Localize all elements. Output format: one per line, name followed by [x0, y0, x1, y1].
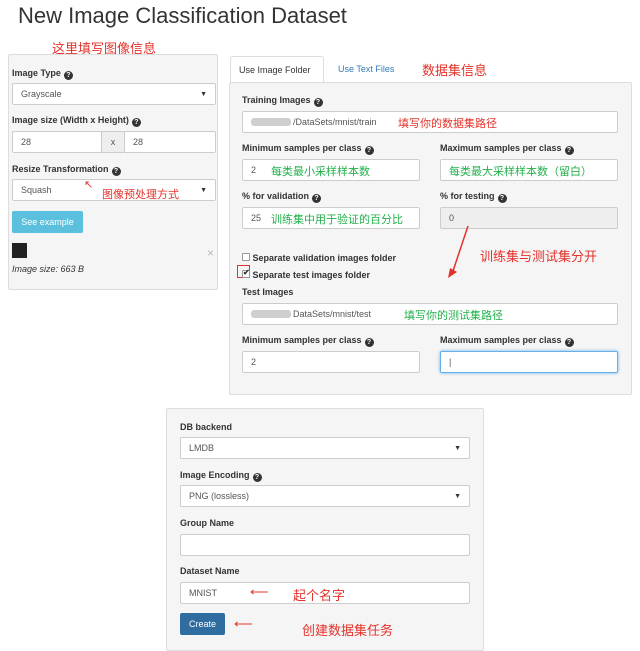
page-title: New Image Classification Dataset: [18, 3, 347, 28]
create-button[interactable]: Create: [180, 613, 225, 635]
arrow-left-icon: ⟵: [250, 584, 269, 599]
dataset-name-label: Dataset Name: [180, 566, 240, 576]
size-separator: x: [101, 131, 125, 153]
tab-image-folder[interactable]: Use Image Folder: [230, 56, 324, 82]
image-size-label: Image size (Width x Height)?: [12, 115, 141, 127]
image-encoding-select[interactable]: PNG (lossless) ▼: [180, 485, 470, 507]
help-icon[interactable]: ?: [312, 194, 322, 203]
annotation-name: 起个名字: [293, 588, 346, 603]
db-backend-label: DB backend: [180, 422, 233, 432]
example-thumbnail: [12, 243, 27, 258]
help-icon[interactable]: ?: [564, 338, 574, 347]
width-input[interactable]: 28: [12, 131, 102, 153]
image-type-select[interactable]: Grayscale ▼: [12, 83, 216, 105]
annotation-test-path: 填写你的测试集路径: [404, 310, 503, 322]
help-icon[interactable]: ?: [111, 167, 121, 176]
annotation-dataset-info: 数据集信息: [422, 63, 488, 78]
training-images-label: Training Images?: [242, 95, 323, 107]
height-input[interactable]: 28: [124, 131, 216, 153]
annotation-arrow: ↖: [84, 179, 94, 191]
separate-validation-option[interactable]: Separate validation images folder: [242, 253, 396, 263]
help-icon[interactable]: ?: [564, 146, 574, 155]
chevron-down-icon: ▼: [200, 186, 207, 194]
annotation-validation: 训练集中用于验证的百分比: [271, 214, 403, 226]
separate-test-option[interactable]: ✔ Separate test images folder: [242, 268, 370, 280]
tab-text-files[interactable]: Use Text Files: [330, 56, 402, 82]
chevron-down-icon: ▼: [200, 90, 207, 98]
separate-validation-checkbox[interactable]: [242, 253, 250, 261]
test-max-samples-label: Maximum samples per class?: [440, 335, 574, 347]
help-icon[interactable]: ?: [364, 338, 374, 347]
arrow-left-icon: ⟵: [234, 616, 253, 631]
group-name-label: Group Name: [180, 518, 235, 528]
min-samples-label: Minimum samples per class?: [242, 143, 374, 155]
help-icon[interactable]: ?: [63, 71, 73, 80]
annotation-min-samples: 每类最小采样样本数: [271, 166, 370, 178]
annotation-arrow-split: [448, 225, 469, 278]
chevron-down-icon: ▼: [454, 492, 461, 500]
group-name-input[interactable]: [180, 534, 470, 556]
annotation-max-samples: 每类最大采样样本数（留白）: [449, 166, 592, 178]
db-backend-select[interactable]: LMDB ▼: [180, 437, 470, 459]
annotation-create: 创建数据集任务: [302, 623, 394, 638]
max-samples-label: Maximum samples per class?: [440, 143, 574, 155]
checkmark-icon: ✔: [243, 268, 250, 277]
test-min-samples-input[interactable]: 2: [242, 351, 420, 373]
image-size-text: Image size: 663 B: [12, 264, 85, 274]
testing-label: % for testing?: [440, 191, 507, 203]
resize-label: Resize Transformation?: [12, 164, 121, 176]
image-type-label: Image Type?: [12, 68, 73, 80]
chevron-down-icon: ▼: [454, 444, 461, 452]
see-example-button[interactable]: See example: [12, 211, 83, 233]
test-min-samples-label: Minimum samples per class?: [242, 335, 374, 347]
help-icon[interactable]: ?: [131, 118, 141, 127]
image-encoding-label: Image Encoding?: [180, 470, 262, 482]
help-icon[interactable]: ?: [497, 194, 507, 203]
separate-test-checkbox[interactable]: ✔: [242, 268, 250, 278]
validation-label: % for validation?: [242, 191, 322, 203]
help-icon[interactable]: ?: [252, 473, 262, 482]
close-icon[interactable]: ×: [207, 246, 214, 260]
annotation-resize: 图像预处理方式: [102, 189, 179, 201]
help-icon[interactable]: ?: [313, 98, 323, 107]
test-max-samples-input[interactable]: |: [440, 351, 618, 373]
help-icon[interactable]: ?: [364, 146, 374, 155]
annotation-train-path: 填写你的数据集路径: [398, 118, 497, 130]
test-images-label: Test Images: [242, 287, 294, 297]
annotation-split: 训练集与测试集分开: [480, 249, 598, 264]
